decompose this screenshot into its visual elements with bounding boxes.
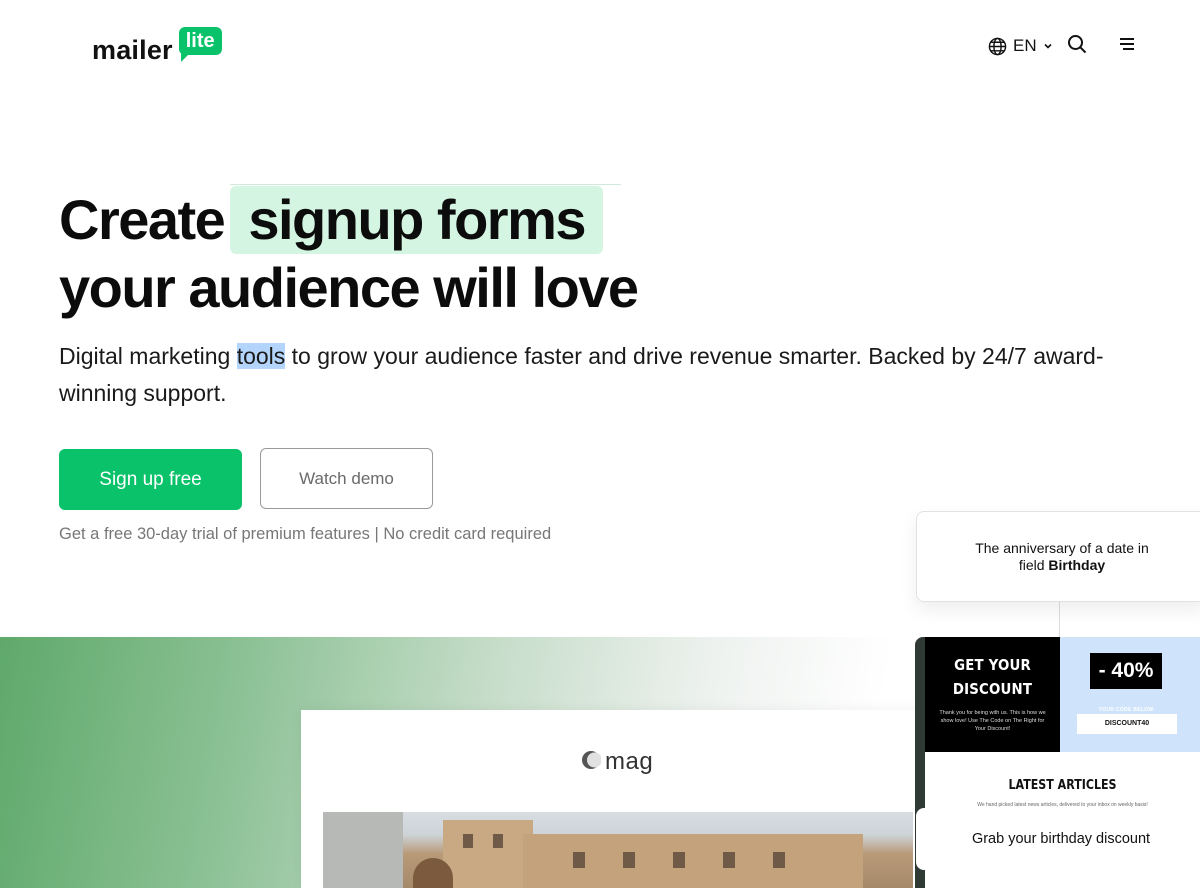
language-selector[interactable]: EN: [988, 36, 1053, 56]
watch-demo-button[interactable]: Watch demo: [260, 448, 433, 509]
discount-description: Thank you for being with us. This is how…: [939, 710, 1046, 732]
trial-note: Get a free 30-day trial of premium featu…: [59, 525, 552, 543]
birthday-discount-card: Grab your birthday discount: [916, 808, 1200, 870]
connector-line: [1059, 600, 1060, 637]
headline-prefix: Create: [59, 188, 226, 251]
headline-line-2: your audience will love: [59, 256, 639, 319]
headline-highlight: signup forms: [230, 184, 621, 254]
discount-title-line-2: DISCOUNT: [952, 680, 1033, 698]
mailerlite-logo[interactable]: mailer lite: [92, 25, 222, 65]
anniversary-trigger-card: The anniversary of a date in field Birth…: [916, 511, 1200, 602]
discount-title-line-1: GET YOUR: [954, 656, 1031, 674]
anniversary-text: The anniversary of a date in field Birth…: [962, 540, 1162, 574]
discount-code: DISCOUNT40: [1077, 714, 1177, 734]
code-block: - 40% YOUR CODE BELOW DISCOUNT40: [1060, 637, 1200, 752]
newsletter-photo: [323, 812, 913, 888]
header-nav: EN: [988, 34, 1135, 59]
hero-subtext: Digital marketing tools to grow your aud…: [59, 338, 1179, 412]
selected-text: tools: [236, 343, 286, 369]
search-icon[interactable]: [1067, 34, 1087, 59]
logo-word: mailer: [92, 35, 173, 65]
birthday-card-text: Grab your birthday discount: [971, 831, 1151, 847]
articles-title: LATEST ARTICLES: [1008, 778, 1117, 793]
chevron-down-icon: [1043, 41, 1053, 51]
moon-icon: [581, 750, 602, 775]
sign-up-free-button[interactable]: Sign up free: [59, 449, 242, 510]
hero-headline: Create signup forms your audience will lo…: [59, 184, 639, 322]
mag-logo: mag: [581, 748, 653, 776]
mag-wordmark: mag: [605, 748, 654, 775]
percent-badge: - 40%: [1090, 653, 1162, 689]
subtext-before: Digital marketing: [59, 343, 237, 369]
anniversary-field: Birthday: [1048, 556, 1106, 573]
globe-icon: [988, 37, 1007, 56]
code-label: YOUR CODE BELOW: [1098, 707, 1154, 713]
discount-block: GET YOUR DISCOUNT Thank you for being wi…: [925, 637, 1060, 752]
discount-title: GET YOUR DISCOUNT: [934, 653, 1050, 701]
newsletter-preview-card: mag: [301, 710, 941, 888]
language-label: EN: [1013, 36, 1037, 55]
menu-icon[interactable]: [1119, 37, 1135, 56]
logo-badge: lite: [178, 27, 222, 62]
headline-line-1: Create signup forms: [59, 184, 638, 254]
